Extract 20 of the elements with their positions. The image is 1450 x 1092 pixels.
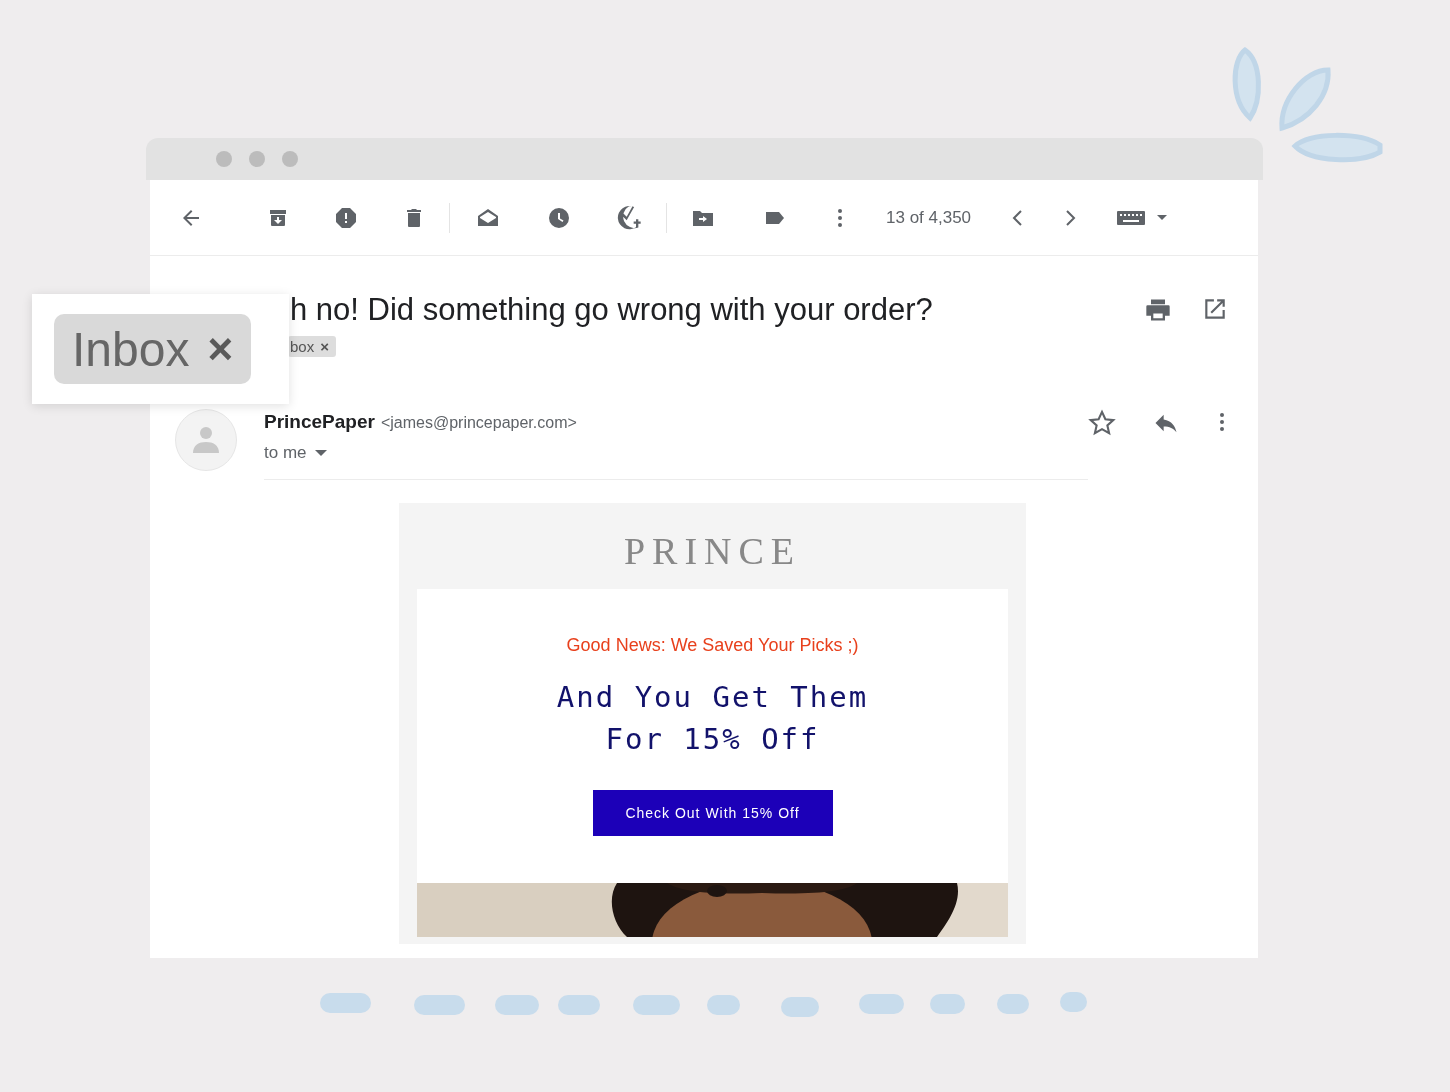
promo-eyebrow: Good News: We Saved Your Picks ;)	[566, 635, 859, 656]
spam-icon[interactable]	[334, 205, 358, 230]
inbox-label-chip[interactable]: Inbox ×	[54, 314, 252, 384]
message-counter: 13 of 4,350	[886, 207, 972, 228]
email-subject: h no! Did something go wrong with your order?	[290, 292, 934, 328]
person-icon	[192, 425, 220, 455]
open-in-new-window-icon[interactable]	[1202, 296, 1228, 322]
window-dot[interactable]	[282, 151, 298, 167]
window-dot[interactable]	[216, 151, 232, 167]
sender-email: <james@princepaper.com>	[380, 414, 577, 432]
caret-icon	[314, 449, 327, 457]
checkout-button[interactable]: Check Out With 15% Off	[592, 790, 833, 836]
star-icon[interactable]	[1088, 409, 1116, 437]
clock-icon[interactable]	[547, 205, 571, 230]
label-chip[interactable]: box ×	[288, 336, 336, 357]
window-dot[interactable]	[249, 151, 265, 167]
promo-headline: And You Get Them For 15% Off	[555, 679, 870, 758]
sender-name: PrincePaper	[264, 411, 375, 433]
recipient-dropdown[interactable]: to me	[264, 443, 327, 463]
brand-logo: PRINCE	[622, 529, 803, 574]
